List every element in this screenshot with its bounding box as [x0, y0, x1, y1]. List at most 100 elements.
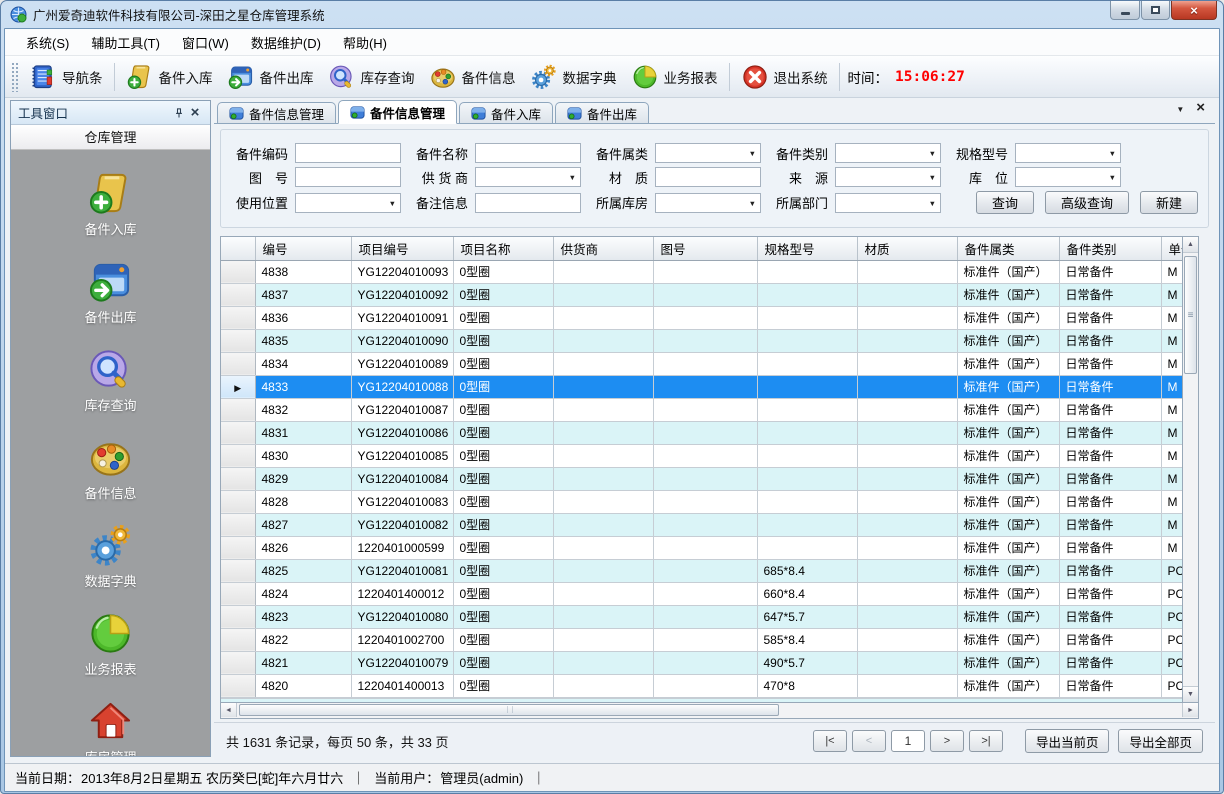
cell-project-name[interactable]: 0型圈	[453, 513, 553, 536]
cell-category[interactable]: 标准件（国产）	[957, 375, 1059, 398]
cell-category[interactable]: 标准件（国产）	[957, 628, 1059, 651]
sidebar-item[interactable]: 备件出库	[26, 258, 196, 326]
cell-material[interactable]	[857, 398, 957, 421]
tab[interactable]: 备件入库	[459, 102, 553, 123]
table-row[interactable]: 4830 YG12204010085 0型圈 标准件（国产） 日常备件 M	[221, 444, 1182, 467]
cell-drawing-no[interactable]	[653, 283, 757, 306]
cell-type[interactable]: 日常备件	[1059, 513, 1161, 536]
cell-drawing-no[interactable]	[653, 444, 757, 467]
cell-supplier[interactable]	[553, 283, 653, 306]
cell-drawing-no[interactable]	[653, 375, 757, 398]
pagination-button[interactable]: <	[852, 730, 886, 752]
cell-category[interactable]: 标准件（国产）	[957, 513, 1059, 536]
cell-spec[interactable]	[757, 467, 857, 490]
scroll-up-icon[interactable]	[1183, 237, 1198, 253]
cell-project-no[interactable]: YG12204010083	[351, 490, 453, 513]
cell-drawing-no[interactable]	[653, 260, 757, 283]
cell-unit[interactable]: PC	[1161, 674, 1182, 697]
field-select[interactable]	[835, 143, 941, 163]
sidebar-section-header[interactable]: 仓库管理	[11, 125, 210, 150]
field-select[interactable]	[655, 193, 761, 213]
cell-unit[interactable]: PC	[1161, 651, 1182, 674]
cell-project-no[interactable]: YG12204010082	[351, 513, 453, 536]
cell-no[interactable]: 4829	[255, 467, 351, 490]
menu-item[interactable]: 窗口(W)	[171, 29, 240, 56]
cell-material[interactable]	[857, 306, 957, 329]
cell-supplier[interactable]	[553, 513, 653, 536]
cell-category[interactable]: 标准件（国产）	[957, 674, 1059, 697]
cell-project-name[interactable]: 0型圈	[453, 559, 553, 582]
cell-unit[interactable]: M	[1161, 283, 1182, 306]
cell-project-no[interactable]: YG12204010090	[351, 329, 453, 352]
cell-type[interactable]: 日常备件	[1059, 651, 1161, 674]
cell-drawing-no[interactable]	[653, 490, 757, 513]
cell-type[interactable]: 日常备件	[1059, 605, 1161, 628]
pagination-button[interactable]: >	[930, 730, 964, 752]
cell-drawing-no[interactable]	[653, 559, 757, 582]
cell-category[interactable]: 标准件（国产）	[957, 444, 1059, 467]
cell-project-no[interactable]: YG12204010086	[351, 421, 453, 444]
cell-supplier[interactable]	[553, 329, 653, 352]
table-row[interactable]: 4836 YG12204010091 0型圈 标准件（国产） 日常备件 M	[221, 306, 1182, 329]
field-select[interactable]	[475, 167, 581, 187]
row-indicator[interactable]	[221, 260, 255, 283]
cell-drawing-no[interactable]	[653, 352, 757, 375]
cell-no[interactable]: 4833	[255, 375, 351, 398]
field-select[interactable]	[835, 193, 941, 213]
cell-no[interactable]: 4822	[255, 628, 351, 651]
cell-project-no[interactable]: 1220401400013	[351, 674, 453, 697]
cell-project-name[interactable]: 0型圈	[453, 467, 553, 490]
cell-supplier[interactable]	[553, 306, 653, 329]
cell-project-name[interactable]: 0型圈	[453, 536, 553, 559]
pin-icon[interactable]	[171, 105, 187, 121]
toolbar-button[interactable]: 备件入库	[119, 60, 220, 94]
cell-spec[interactable]	[757, 306, 857, 329]
cell-material[interactable]	[857, 352, 957, 375]
cell-no[interactable]: 4830	[255, 444, 351, 467]
cell-supplier[interactable]	[553, 467, 653, 490]
cell-category[interactable]: 标准件（国产）	[957, 283, 1059, 306]
cell-unit[interactable]: M	[1161, 260, 1182, 283]
field-select[interactable]	[1015, 143, 1121, 163]
col-header-project-no[interactable]: 项目编号	[351, 237, 453, 260]
cell-spec[interactable]: 490*5.7	[757, 651, 857, 674]
toolbar-button[interactable]: 备件信息	[422, 60, 523, 94]
cell-unit[interactable]: PC	[1161, 582, 1182, 605]
cell-project-name[interactable]: 0型圈	[453, 444, 553, 467]
cell-no[interactable]: 4836	[255, 306, 351, 329]
cell-no[interactable]: 4831	[255, 421, 351, 444]
cell-spec[interactable]	[757, 513, 857, 536]
cell-type[interactable]: 日常备件	[1059, 628, 1161, 651]
table-row[interactable]: 4832 YG12204010087 0型圈 标准件（国产） 日常备件 M	[221, 398, 1182, 421]
col-header-type[interactable]: 备件类别	[1059, 237, 1161, 260]
toolbar-button[interactable]: 导航条	[22, 60, 110, 94]
horizontal-scrollbar[interactable]	[220, 703, 1199, 719]
cell-category[interactable]: 标准件（国产）	[957, 559, 1059, 582]
table-row[interactable]: 4838 YG12204010093 0型圈 标准件（国产） 日常备件 M	[221, 260, 1182, 283]
cell-project-no[interactable]: YG12204010087	[351, 398, 453, 421]
cell-category[interactable]: 标准件（国产）	[957, 605, 1059, 628]
cell-unit[interactable]: M	[1161, 467, 1182, 490]
cell-unit[interactable]: M	[1161, 329, 1182, 352]
table-row[interactable]: 4834 YG12204010089 0型圈 标准件（国产） 日常备件 M	[221, 352, 1182, 375]
cell-material[interactable]	[857, 375, 957, 398]
table-row[interactable]: 4835 YG12204010090 0型圈 标准件（国产） 日常备件 M	[221, 329, 1182, 352]
cell-category[interactable]: 标准件（国产）	[957, 536, 1059, 559]
toolbar-grip-handle[interactable]	[11, 62, 18, 92]
cell-spec[interactable]: 647*5.7	[757, 605, 857, 628]
cell-supplier[interactable]	[553, 605, 653, 628]
cell-project-no[interactable]: YG12204010084	[351, 467, 453, 490]
sidebar-item[interactable]: 库房管理	[26, 698, 196, 756]
cell-material[interactable]	[857, 421, 957, 444]
cell-category[interactable]: 标准件（国产）	[957, 260, 1059, 283]
cell-drawing-no[interactable]	[653, 628, 757, 651]
row-indicator[interactable]	[221, 536, 255, 559]
cell-project-name[interactable]: 0型圈	[453, 375, 553, 398]
tab[interactable]: 备件信息管理	[217, 102, 336, 123]
col-header-unit[interactable]: 单位	[1161, 237, 1182, 260]
table-row[interactable]: 4820 1220401400013 0型圈 470*8 标准件（国产） 日常备…	[221, 674, 1182, 697]
cell-category[interactable]: 标准件（国产）	[957, 467, 1059, 490]
cell-spec[interactable]	[757, 490, 857, 513]
cell-drawing-no[interactable]	[653, 651, 757, 674]
cell-spec[interactable]	[757, 352, 857, 375]
